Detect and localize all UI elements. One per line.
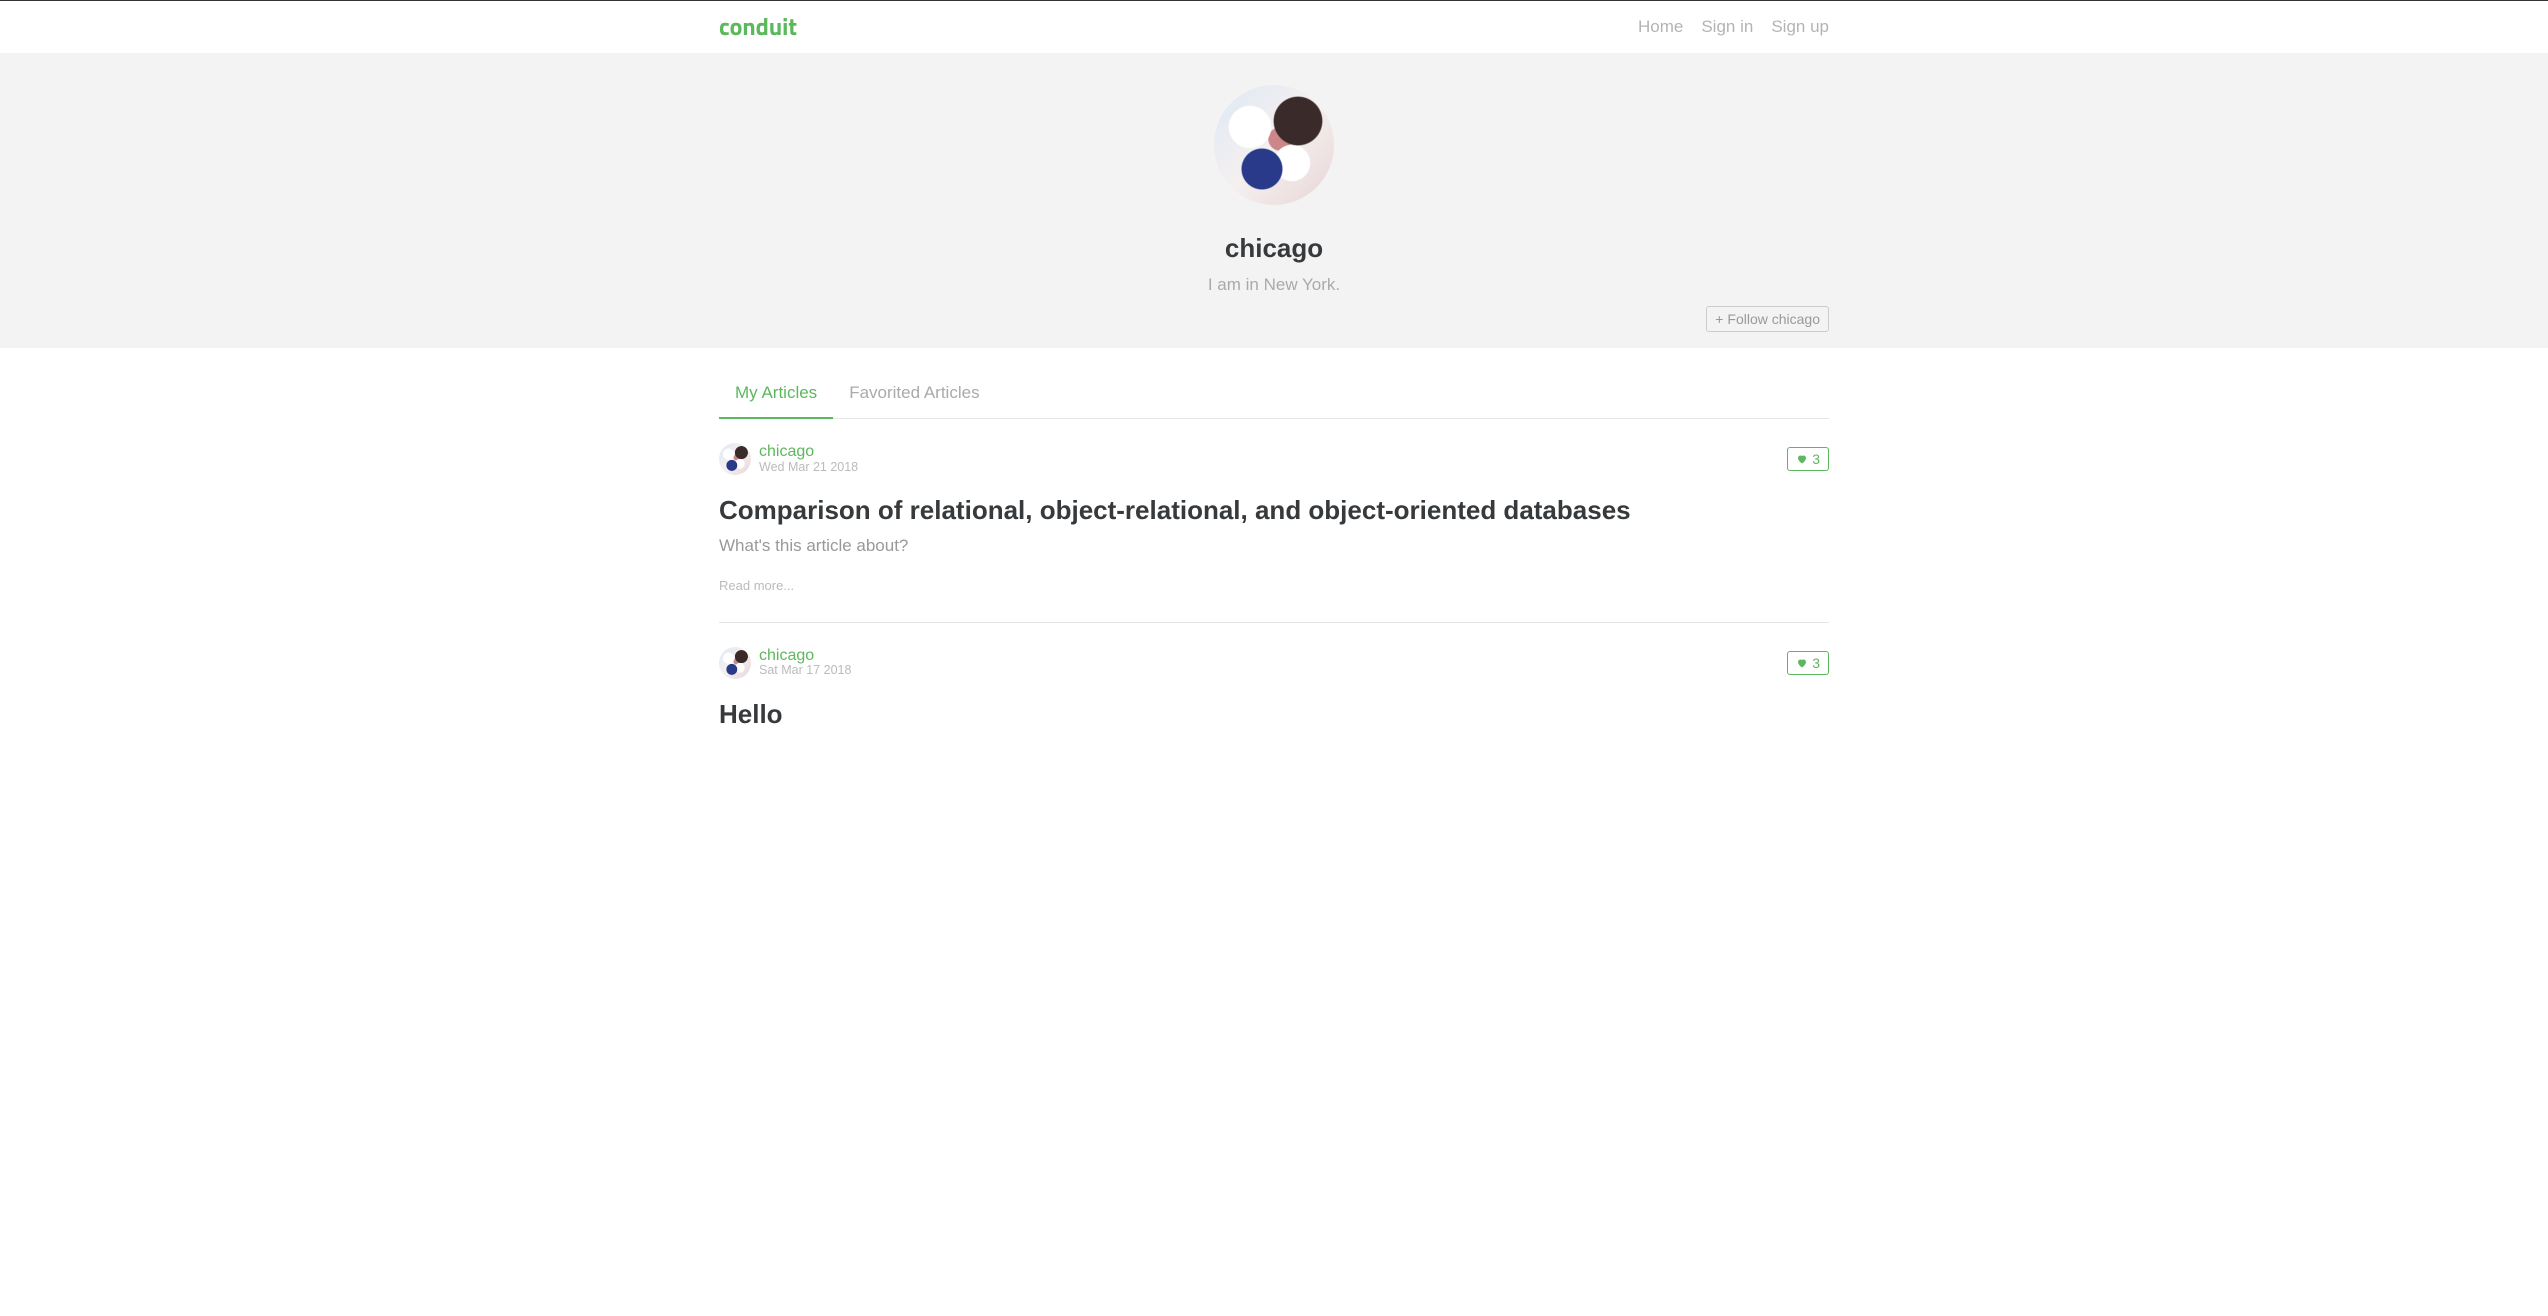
article-title: Comparison of relational, object-relatio… bbox=[719, 491, 1829, 530]
brand-logo[interactable]: conduit bbox=[719, 9, 797, 45]
author-avatar[interactable] bbox=[719, 647, 751, 679]
article-link[interactable]: Comparison of relational, object-relatio… bbox=[719, 491, 1829, 598]
article-link[interactable]: Hello bbox=[719, 695, 1829, 734]
profile-bio: I am in New York. bbox=[1049, 272, 1499, 298]
article-preview: chicago Sat Mar 17 2018 3 Hello bbox=[719, 623, 1829, 734]
follow-button[interactable]: Follow chicago bbox=[1706, 306, 1829, 332]
top-navbar: conduit Home Sign in Sign up bbox=[0, 1, 2548, 53]
article-date: Wed Mar 21 2018 bbox=[759, 461, 858, 475]
favorite-count: 3 bbox=[1812, 451, 1820, 467]
tab-my-articles-label: My Articles bbox=[719, 372, 833, 420]
nav-home[interactable]: Home bbox=[1638, 14, 1683, 40]
favorite-count: 3 bbox=[1812, 655, 1820, 671]
profile-banner: chicago I am in New York. Follow chicago bbox=[0, 53, 2548, 348]
avatar-image bbox=[719, 443, 751, 475]
avatar bbox=[1214, 85, 1334, 205]
article-preview: chicago Wed Mar 21 2018 3 Comparison of … bbox=[719, 419, 1829, 623]
article-description: What's this article about? bbox=[719, 533, 1829, 559]
author-link[interactable]: chicago bbox=[759, 443, 858, 461]
avatar-image bbox=[719, 647, 751, 679]
heart-icon bbox=[1796, 657, 1808, 669]
favorite-button[interactable]: 3 bbox=[1787, 651, 1829, 675]
nav-signin[interactable]: Sign in bbox=[1701, 14, 1753, 40]
avatar-image bbox=[1214, 85, 1334, 205]
author-link[interactable]: chicago bbox=[759, 647, 851, 665]
favorite-button[interactable]: 3 bbox=[1787, 447, 1829, 471]
heart-icon bbox=[1796, 453, 1808, 465]
read-more: Read more... bbox=[719, 578, 794, 593]
article-title: Hello bbox=[719, 695, 1829, 734]
tab-favorited-articles[interactable]: Favorited Articles bbox=[833, 372, 995, 419]
tab-favorited-articles-label: Favorited Articles bbox=[833, 372, 995, 418]
author-avatar[interactable] bbox=[719, 443, 751, 475]
articles-tabs: My Articles Favorited Articles bbox=[719, 372, 1829, 420]
tab-my-articles[interactable]: My Articles bbox=[719, 372, 833, 419]
profile-username: chicago bbox=[0, 229, 2548, 268]
article-date: Sat Mar 17 2018 bbox=[759, 664, 851, 678]
nav-signup[interactable]: Sign up bbox=[1771, 14, 1829, 40]
follow-label: Follow chicago bbox=[1727, 311, 1820, 327]
plus-icon bbox=[1715, 311, 1723, 327]
nav-links: Home Sign in Sign up bbox=[1638, 14, 1829, 40]
